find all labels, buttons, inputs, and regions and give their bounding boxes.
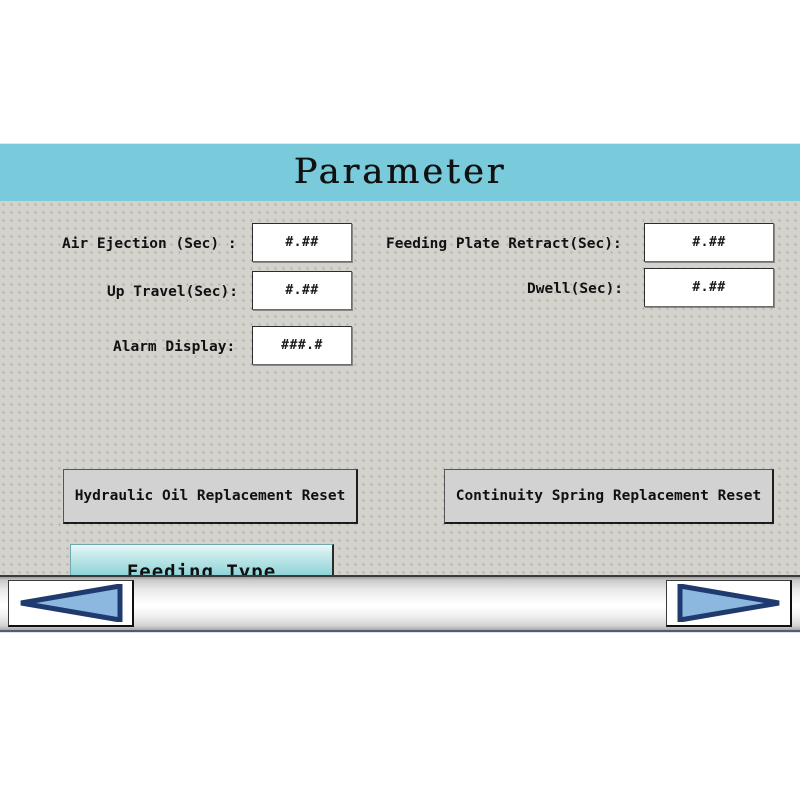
triangle-left-icon	[18, 584, 124, 622]
label-dwell: Dwell(Sec):	[527, 281, 624, 297]
value-dwell: #.##	[692, 280, 726, 295]
page-title: Parameter	[293, 152, 507, 192]
field-alarm-display[interactable]: ###.#	[252, 326, 352, 365]
hmi-panel: Parameter Air Ejection (Sec) : #.## Feed…	[0, 143, 800, 633]
value-alarm-display: ###.#	[281, 338, 323, 353]
label-up-travel: Up Travel(Sec):	[107, 284, 238, 300]
hydraulic-oil-replacement-reset-button[interactable]: Hydraulic Oil Replacement Reset	[63, 469, 358, 524]
panel-title-bar: Parameter	[0, 144, 800, 201]
label-air-ejection: Air Ejection (Sec) :	[62, 236, 237, 252]
field-dwell[interactable]: #.##	[644, 268, 774, 307]
value-up-travel: #.##	[285, 283, 319, 298]
hmi-screenshot: Parameter Air Ejection (Sec) : #.## Feed…	[0, 0, 800, 800]
value-feeding-plate-retract: #.##	[692, 235, 726, 250]
label-alarm-display: Alarm Display:	[113, 339, 236, 355]
triangle-right-icon	[676, 584, 782, 622]
field-feeding-plate-retract[interactable]: #.##	[644, 223, 774, 262]
next-page-button[interactable]	[666, 580, 792, 627]
panel-body: Air Ejection (Sec) : #.## Feeding Plate …	[0, 201, 800, 602]
value-air-ejection: #.##	[285, 235, 319, 250]
bottom-nav-bar	[0, 575, 800, 632]
label-feeding-plate-retract: Feeding Plate Retract(Sec):	[386, 236, 622, 252]
field-air-ejection[interactable]: #.##	[252, 223, 352, 262]
hydraulic-oil-replacement-reset-label: Hydraulic Oil Replacement Reset	[74, 487, 346, 504]
previous-page-button[interactable]	[8, 580, 134, 627]
field-up-travel[interactable]: #.##	[252, 271, 352, 310]
continuity-spring-replacement-reset-label: Continuity Spring Replacement Reset	[455, 487, 762, 504]
continuity-spring-replacement-reset-button[interactable]: Continuity Spring Replacement Reset	[444, 469, 774, 524]
